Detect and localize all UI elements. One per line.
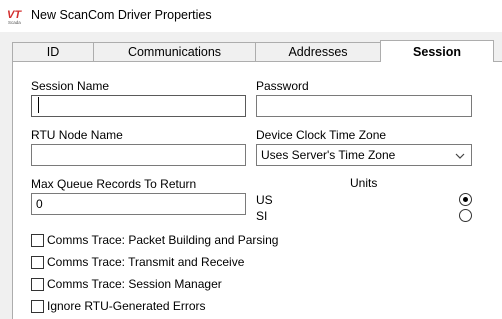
- window-title: New ScanCom Driver Properties: [31, 8, 212, 22]
- chevron-down-icon: [454, 148, 466, 160]
- max-queue-input[interactable]: 0: [31, 193, 246, 215]
- max-queue-label: Max Queue Records To Return: [31, 177, 197, 191]
- units-us-radio[interactable]: [459, 193, 472, 206]
- tab-addresses[interactable]: Addresses: [255, 42, 381, 61]
- time-zone-label: Device Clock Time Zone: [256, 128, 387, 142]
- units-us-label: US: [256, 193, 273, 207]
- ignore-rtu-errors-label: Ignore RTU-Generated Errors: [47, 299, 206, 313]
- password-input[interactable]: [256, 95, 472, 117]
- logo-subtext: Scada: [8, 20, 21, 25]
- rtu-node-name-input[interactable]: [31, 144, 246, 166]
- tab-id[interactable]: ID: [12, 42, 94, 61]
- ignore-rtu-errors-checkbox[interactable]: [31, 300, 44, 313]
- session-name-label: Session Name: [31, 79, 110, 93]
- app-logo-icon: VT Scada: [6, 8, 26, 25]
- units-label: Units: [350, 176, 378, 190]
- session-name-input[interactable]: [31, 95, 246, 117]
- radio-selected-dot: [463, 197, 468, 202]
- transmit-trace-label: Comms Trace: Transmit and Receive: [47, 255, 245, 269]
- session-manager-trace-checkbox[interactable]: [31, 278, 44, 291]
- password-label: Password: [256, 79, 309, 93]
- rtu-node-name-label: RTU Node Name: [31, 128, 123, 142]
- tab-communications[interactable]: Communications: [93, 42, 256, 61]
- session-manager-trace-label: Comms Trace: Session Manager: [47, 277, 222, 291]
- packet-trace-label: Comms Trace: Packet Building and Parsing: [47, 233, 279, 247]
- tab-session[interactable]: Session: [380, 40, 494, 62]
- packet-trace-checkbox[interactable]: [31, 234, 44, 247]
- transmit-trace-checkbox[interactable]: [31, 256, 44, 269]
- units-si-label: SI: [256, 209, 268, 223]
- time-zone-select[interactable]: Uses Server's Time Zone: [256, 144, 472, 166]
- text-caret: [38, 97, 39, 113]
- units-si-radio[interactable]: [459, 209, 472, 222]
- time-zone-selected-value: Uses Server's Time Zone: [261, 148, 396, 162]
